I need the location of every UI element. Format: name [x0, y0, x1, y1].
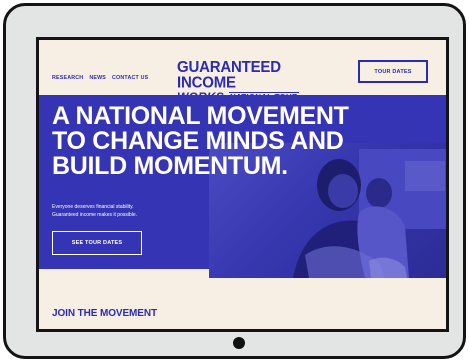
join-the-movement-heading: JOIN THE MOVEMENT	[52, 308, 157, 319]
headline-line-2: TO CHANGE MINDS AND	[52, 127, 344, 155]
see-tour-dates-button[interactable]: SEE TOUR DATES	[52, 231, 142, 255]
headline-line-1: A NATIONAL MOVEMENT	[52, 102, 349, 130]
hero-subtext: Everyone deserves financial stability. G…	[52, 203, 137, 219]
main-nav: RESEARCH NEWS CONTACT US	[52, 75, 148, 81]
hero-headline: A NATIONAL MOVEMENT TO CHANGE MINDS AND …	[52, 104, 349, 179]
nav-news[interactable]: NEWS	[89, 75, 106, 81]
subtext-line-2: Guaranteed income makes it possible.	[52, 212, 138, 218]
tablet-frame: RESEARCH NEWS CONTACT US GUARANTEED INCO…	[3, 3, 466, 359]
headline-line-3: BUILD MOMENTUM.	[52, 152, 288, 180]
tour-dates-button[interactable]: TOUR DATES	[358, 60, 428, 83]
logo-title: GUARANTEED INCOME	[177, 58, 281, 92]
nav-contact-us[interactable]: CONTACT US	[112, 75, 148, 81]
subtext-line-1: Everyone deserves financial stability.	[52, 204, 134, 210]
tablet-screen: RESEARCH NEWS CONTACT US GUARANTEED INCO…	[36, 37, 449, 332]
home-button[interactable]	[233, 337, 245, 349]
nav-research[interactable]: RESEARCH	[52, 75, 83, 81]
